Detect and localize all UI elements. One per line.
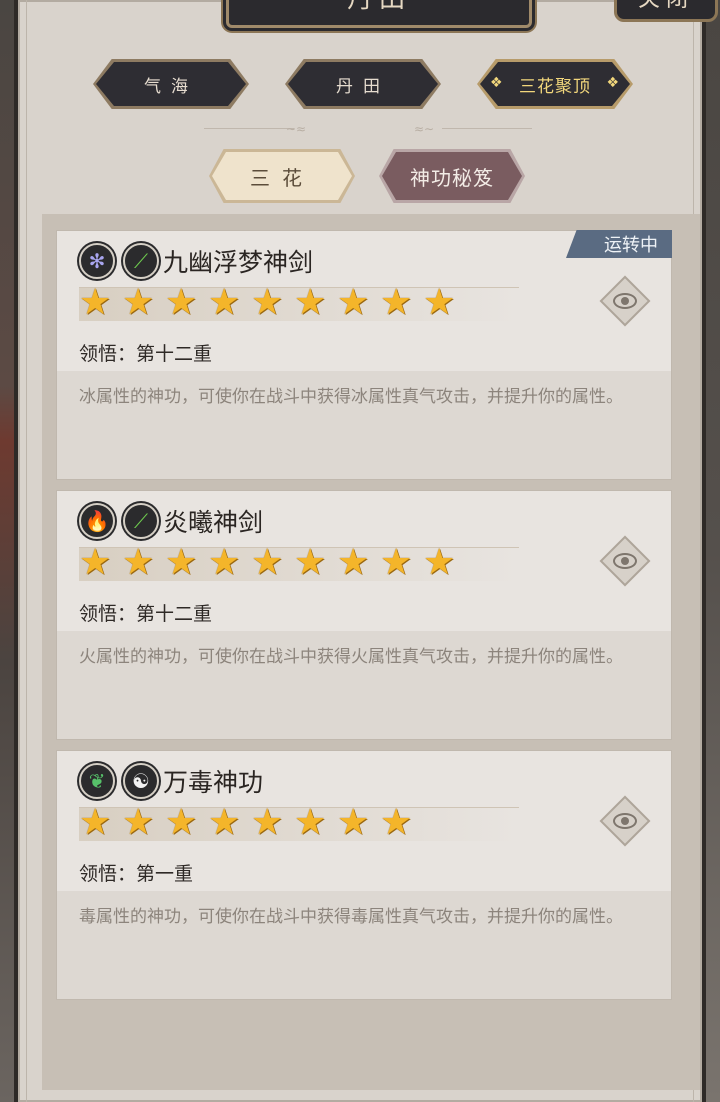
tab-qihai-label: 气海 [144,76,198,97]
star-icon: ★ [380,282,413,323]
star-icon: ★ [122,282,155,323]
sword-wind-icon: ⟋ [123,243,159,279]
star-icon: ★ [294,542,327,583]
star-icon: ★ [122,802,155,843]
star-rating: ★ ★ ★ ★ ★ ★ ★ ★ ★ [79,282,519,323]
subtab-shengong-miji-label: 神功秘笈 [410,165,494,190]
close-button[interactable]: 关闭 [614,0,718,22]
fire-icon: 🔥 [79,503,115,539]
subtab-sanhua-label: 三花 [250,165,314,190]
main-panel: 丹田 关闭 气海 丹田 ❖ 三花聚顶 ❖ ∼≈ ≈∼ 三花 神功秘笈 [14,0,718,1102]
view-button[interactable] [599,275,651,327]
tab-qihai[interactable]: 气海 [93,59,249,109]
skill-card[interactable]: 🔥 ⟋ 炎曦神剑 ★ ★ ★ ★ ★ ★ ★ ★ ★ 领悟：第十二重 火属性的神… [56,490,672,740]
skill-level: 领悟：第十二重 [79,343,213,365]
tab-sanhua-juding[interactable]: ❖ 三花聚顶 ❖ [477,59,633,109]
star-icon: ★ [208,542,241,583]
ice-flower-icon: ✻ [79,243,115,279]
star-icon: ★ [294,282,327,323]
ornament-icon: ❖ [606,75,620,91]
star-icon: ★ [337,542,370,583]
divider-ornament-icon: ∼≈ [286,122,307,136]
ornament-icon: ❖ [490,75,504,91]
skill-name: 九幽浮梦神剑 [163,248,314,277]
star-icon: ★ [251,802,284,843]
star-icon: ★ [337,802,370,843]
skill-level: 领悟：第一重 [79,863,194,885]
skill-name: 万毒神功 [163,768,264,797]
skill-description: 毒属性的神功，可使你在战斗中获得毒属性真气攻击，并提升你的属性。 [79,907,623,927]
star-icon: ★ [79,542,112,583]
divider [442,128,532,129]
divider-ornament-icon: ≈∼ [414,122,435,136]
skill-level: 领悟：第十二重 [79,603,213,625]
skill-description: 冰属性的神功，可使你在战斗中获得冰属性真气攻击，并提升你的属性。 [79,387,623,407]
skill-card[interactable]: 运转中 ✻ ⟋ 九幽浮梦神剑 ★ ★ ★ ★ ★ ★ ★ ★ ★ 领悟：第十二重… [56,230,672,480]
star-icon: ★ [165,542,198,583]
divider [204,128,294,129]
star-icon: ★ [79,802,112,843]
close-button-label: 关闭 [638,0,694,13]
star-rating: ★ ★ ★ ★ ★ ★ ★ ★ [79,802,519,843]
subtab-shengong-miji[interactable]: 神功秘笈 [379,149,525,203]
page-title-text: 丹田 [347,0,411,15]
star-icon: ★ [251,282,284,323]
star-icon: ★ [380,542,413,583]
page-title: 丹田 [226,0,532,28]
star-icon: ★ [294,802,327,843]
star-icon: ★ [251,542,284,583]
sword-wind-icon: ⟋ [123,503,159,539]
star-rating: ★ ★ ★ ★ ★ ★ ★ ★ ★ [79,542,519,583]
star-icon: ★ [208,802,241,843]
skill-card[interactable]: ❦ ☯ 万毒神功 ★ ★ ★ ★ ★ ★ ★ ★ 领悟：第一重 毒属性的神功，可… [56,750,672,1000]
star-icon: ★ [122,542,155,583]
star-icon: ★ [165,802,198,843]
star-icon: ★ [79,282,112,323]
skill-description: 火属性的神功，可使你在战斗中获得火属性真气攻击，并提升你的属性。 [79,647,623,667]
view-button[interactable] [599,795,651,847]
skill-name: 炎曦神剑 [163,508,264,537]
poison-leaf-icon: ❦ [79,763,115,799]
star-icon: ★ [380,802,413,843]
star-icon: ★ [165,282,198,323]
star-icon: ★ [423,282,456,323]
skill-list[interactable]: 运转中 ✻ ⟋ 九幽浮梦神剑 ★ ★ ★ ★ ★ ★ ★ ★ ★ 领悟：第十二重… [42,214,700,1090]
yin-yang-icon: ☯ [123,763,159,799]
tab-dantian-label: 丹田 [336,76,390,97]
subtab-sanhua[interactable]: 三花 [209,149,355,203]
tab-sanhua-juding-label: 三花聚顶 [519,76,591,97]
status-badge: 运转中 [566,230,672,258]
star-icon: ★ [423,542,456,583]
view-button[interactable] [599,535,651,587]
star-icon: ★ [337,282,370,323]
star-icon: ★ [208,282,241,323]
tab-dantian[interactable]: 丹田 [285,59,441,109]
